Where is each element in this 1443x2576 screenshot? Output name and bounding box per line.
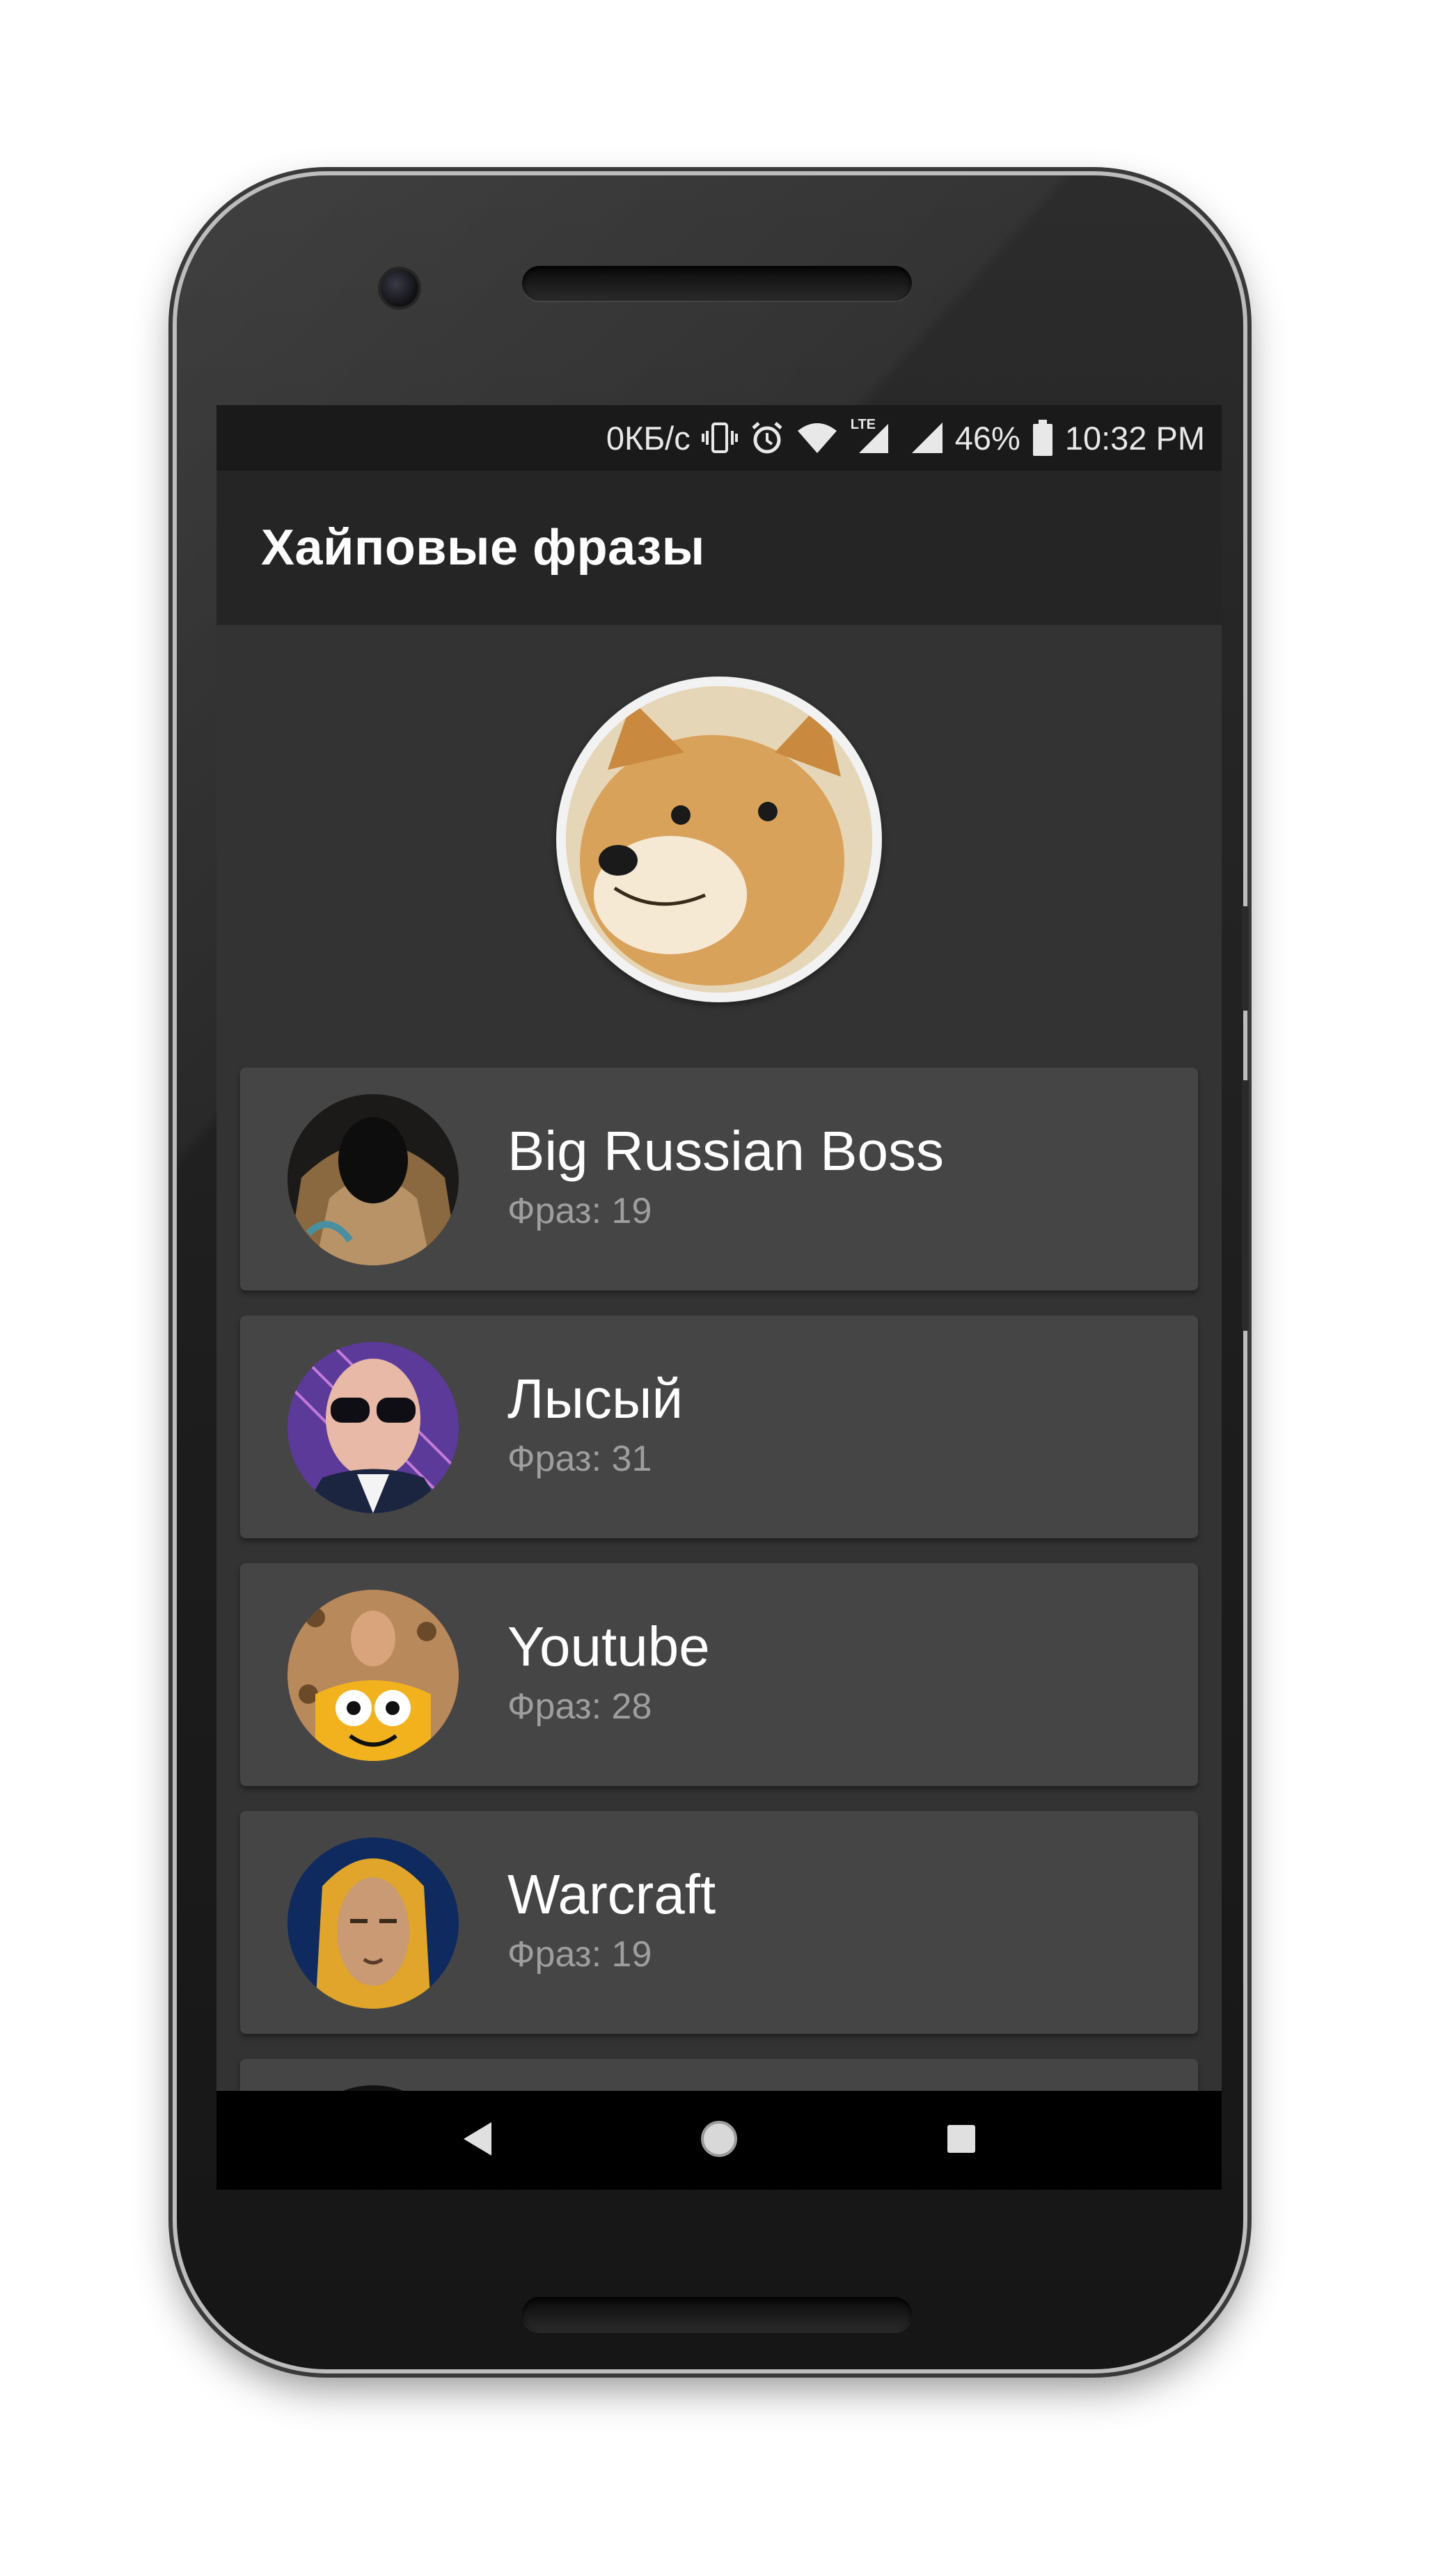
volume-button [1242,1080,1249,1331]
recents-button[interactable] [920,2091,1003,2190]
recents-icon [945,2122,978,2159]
list-item-name: Warcraft [507,1863,716,1925]
list-item-count: Фраз: 19 [507,1191,652,1231]
net-speed: 0КБ/с [606,419,691,457]
hero-avatar [556,677,882,1002]
list-item-name: Youtube [507,1615,710,1677]
youtube-avatar [287,1590,459,1761]
warcraft-avatar [287,1838,459,2009]
list-item[interactable]: Лысый Фраз: 31 [240,1315,1198,1538]
list-item-count: Фраз: 28 [507,1686,652,1727]
list-item-count: Фраз: 31 [507,1439,652,1479]
app-title: Хайповые фразы [261,520,705,576]
home-icon [698,2118,740,2163]
power-button [1242,906,1249,1011]
list-item-name: Лысый [507,1368,684,1430]
home-button[interactable] [677,2091,761,2190]
phone-screen: 0КБ/с LTE 46% 10:32 PM Хайповые фразы Bi… [216,405,1222,2190]
back-icon [461,2119,494,2162]
wifi-icon [796,420,838,456]
list-item-name: Big Russian Boss [507,1120,944,1182]
list-item[interactable]: Warcraft Фраз: 19 [240,1811,1198,2034]
front-camera [381,269,418,307]
list-item-count: Фраз: 19 [507,1934,652,1975]
clock: 10:32 PM [1064,419,1205,457]
cell-signal-icon [902,420,944,456]
list-item[interactable]: Youtube Фраз: 28 [240,1563,1198,1786]
navigation-bar [216,2091,1222,2190]
lysyi-avatar [287,1342,459,1513]
status-bar: 0КБ/с LTE 46% 10:32 PM [216,405,1222,471]
battery-percent: 46% [954,419,1020,457]
back-button[interactable] [436,2091,519,2190]
vibrate-icon [701,420,738,456]
lte-signal-icon: LTE [849,417,891,456]
big-russian-boss-avatar [287,1094,459,1265]
doge-avatar [566,686,872,993]
lte-label: LTE [850,417,876,432]
battery-icon [1032,418,1054,457]
list-item[interactable]: Big Russian Boss Фраз: 19 [240,1068,1198,1290]
top-speaker [522,266,912,301]
content-area: Big Russian Boss Фраз: 19 Лысый Фраз: 31… [216,625,1222,2190]
app-bar: Хайповые фразы [216,471,1222,625]
alarm-icon [749,420,785,456]
bottom-speaker [522,2297,912,2332]
